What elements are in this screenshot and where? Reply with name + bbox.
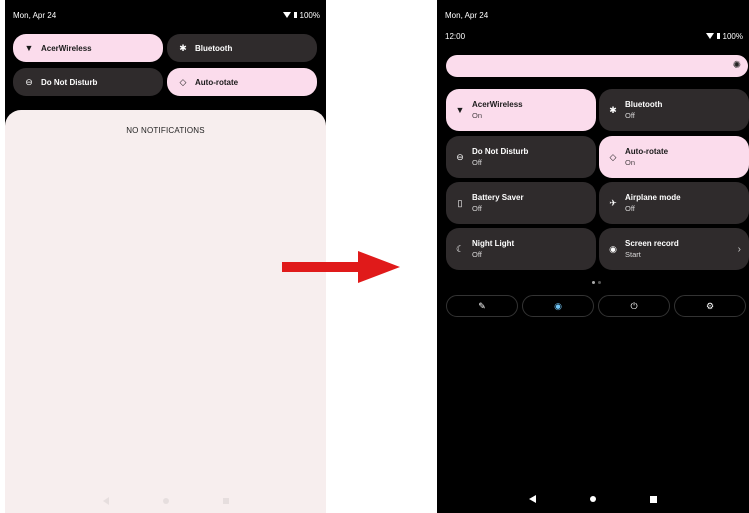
home-icon[interactable]: [162, 498, 169, 504]
nav-bar: [5, 497, 326, 505]
tile-bluetooth[interactable]: ✱ Bluetooth Off: [599, 89, 749, 131]
transition-arrow: [282, 251, 400, 283]
wifi-status-icon: [705, 33, 714, 39]
recents-icon[interactable]: [650, 495, 657, 503]
tile-label: Airplane mode: [625, 193, 681, 202]
tile-label: Do Not Disturb: [41, 77, 98, 87]
battery-icon: [716, 33, 720, 39]
tile-label: AcerWireless: [41, 43, 92, 53]
tile-label: AcerWireless: [472, 100, 523, 109]
back-icon[interactable]: [529, 495, 536, 503]
wifi-status-icon: [282, 12, 291, 18]
tile-state: Off: [472, 250, 482, 259]
tile-state: Start: [625, 250, 641, 259]
recents-icon[interactable]: [222, 498, 229, 504]
home-icon[interactable]: [590, 496, 596, 502]
battery-saver-icon: ▯: [457, 197, 463, 208]
tile-do-not-disturb[interactable]: ⊖ Do Not Disturb: [13, 68, 163, 96]
battery-percent: 100%: [299, 10, 320, 20]
nav-bar: [437, 495, 749, 503]
do-not-disturb-icon: ⊖: [456, 151, 464, 162]
power-icon: ⏻: [630, 300, 638, 311]
auto-rotate-icon: ◇: [179, 76, 187, 87]
wifi-icon: ▼: [24, 43, 34, 53]
tile-label: Screen record: [625, 239, 679, 248]
tile-label: Night Light: [472, 239, 515, 248]
status-date: Mon, Apr 24: [13, 10, 57, 20]
tile-label: Battery Saver: [472, 193, 524, 202]
tile-label: Do Not Disturb: [472, 147, 529, 156]
chevron-right-icon: ›: [737, 243, 741, 255]
left-screen: Mon, Apr 24 100% ▼ AcerWireless ✱ Blueto…: [5, 0, 326, 513]
tile-auto-rotate[interactable]: ◇ Auto-rotate On: [599, 136, 749, 178]
tile-night-light[interactable]: ☾ Night Light Off: [446, 228, 596, 270]
battery-icon: [293, 12, 297, 18]
back-icon[interactable]: [102, 497, 109, 505]
edit-icon: ✎: [478, 300, 486, 311]
status-bar: Mon, Apr 24: [445, 9, 743, 21]
tile-label: Auto-rotate: [625, 147, 669, 156]
tile-bluetooth[interactable]: ✱ Bluetooth: [167, 34, 317, 62]
tile-state: Off: [625, 204, 635, 213]
page-indicator: [592, 281, 601, 284]
status-bar-secondary: 12:00 100%: [445, 30, 743, 42]
tile-state: Off: [472, 158, 482, 167]
tile-label: Auto-rotate: [195, 77, 239, 87]
right-screen: Mon, Apr 24 12:00 100% ✺ ▼ AcerWireless …: [437, 0, 749, 513]
tile-state: On: [625, 158, 636, 167]
status-time: 12:00: [445, 31, 466, 41]
status-bar: Mon, Apr 24 100%: [13, 9, 320, 21]
edit-button[interactable]: ✎: [446, 295, 518, 317]
bluetooth-icon: ✱: [609, 104, 617, 115]
tile-airplane-mode[interactable]: ✈ Airplane mode Off: [599, 182, 749, 224]
screen-record-icon: ◉: [609, 243, 617, 254]
tile-do-not-disturb[interactable]: ⊖ Do Not Disturb Off: [446, 136, 596, 178]
brightness-icon: ✺: [732, 60, 741, 71]
auto-rotate-icon: ◇: [609, 151, 617, 162]
tile-label: Bluetooth: [625, 100, 663, 109]
tile-battery-saver[interactable]: ▯ Battery Saver Off: [446, 182, 596, 224]
tile-state: Off: [625, 111, 635, 120]
do-not-disturb-icon: ⊖: [25, 76, 33, 87]
tile-auto-rotate[interactable]: ◇ Auto-rotate: [167, 68, 317, 96]
tile-label: Bluetooth: [195, 43, 233, 53]
user-icon: ◉: [554, 300, 562, 311]
no-notifications-text: NO NOTIFICATIONS: [126, 126, 205, 135]
night-light-icon: ☾: [455, 243, 465, 254]
tile-screen-record[interactable]: ◉ Screen record Start ›: [599, 228, 749, 270]
airplane-icon: ✈: [609, 197, 617, 208]
brightness-slider[interactable]: ✺: [446, 55, 748, 77]
battery-percent: 100%: [722, 31, 743, 41]
notification-shade: NO NOTIFICATIONS: [5, 110, 326, 513]
bluetooth-icon: ✱: [179, 42, 187, 53]
tile-state: On: [472, 111, 483, 120]
status-date: Mon, Apr 24: [445, 10, 489, 20]
settings-button[interactable]: ⚙: [674, 295, 746, 317]
tile-wifi[interactable]: ▼ AcerWireless: [13, 34, 163, 62]
tile-state: Off: [472, 204, 482, 213]
power-button[interactable]: ⏻: [598, 295, 670, 317]
settings-icon: ⚙: [705, 300, 715, 311]
user-button[interactable]: ◉: [522, 295, 594, 317]
tile-wifi[interactable]: ▼ AcerWireless On: [446, 89, 596, 131]
wifi-icon: ▼: [455, 105, 465, 115]
